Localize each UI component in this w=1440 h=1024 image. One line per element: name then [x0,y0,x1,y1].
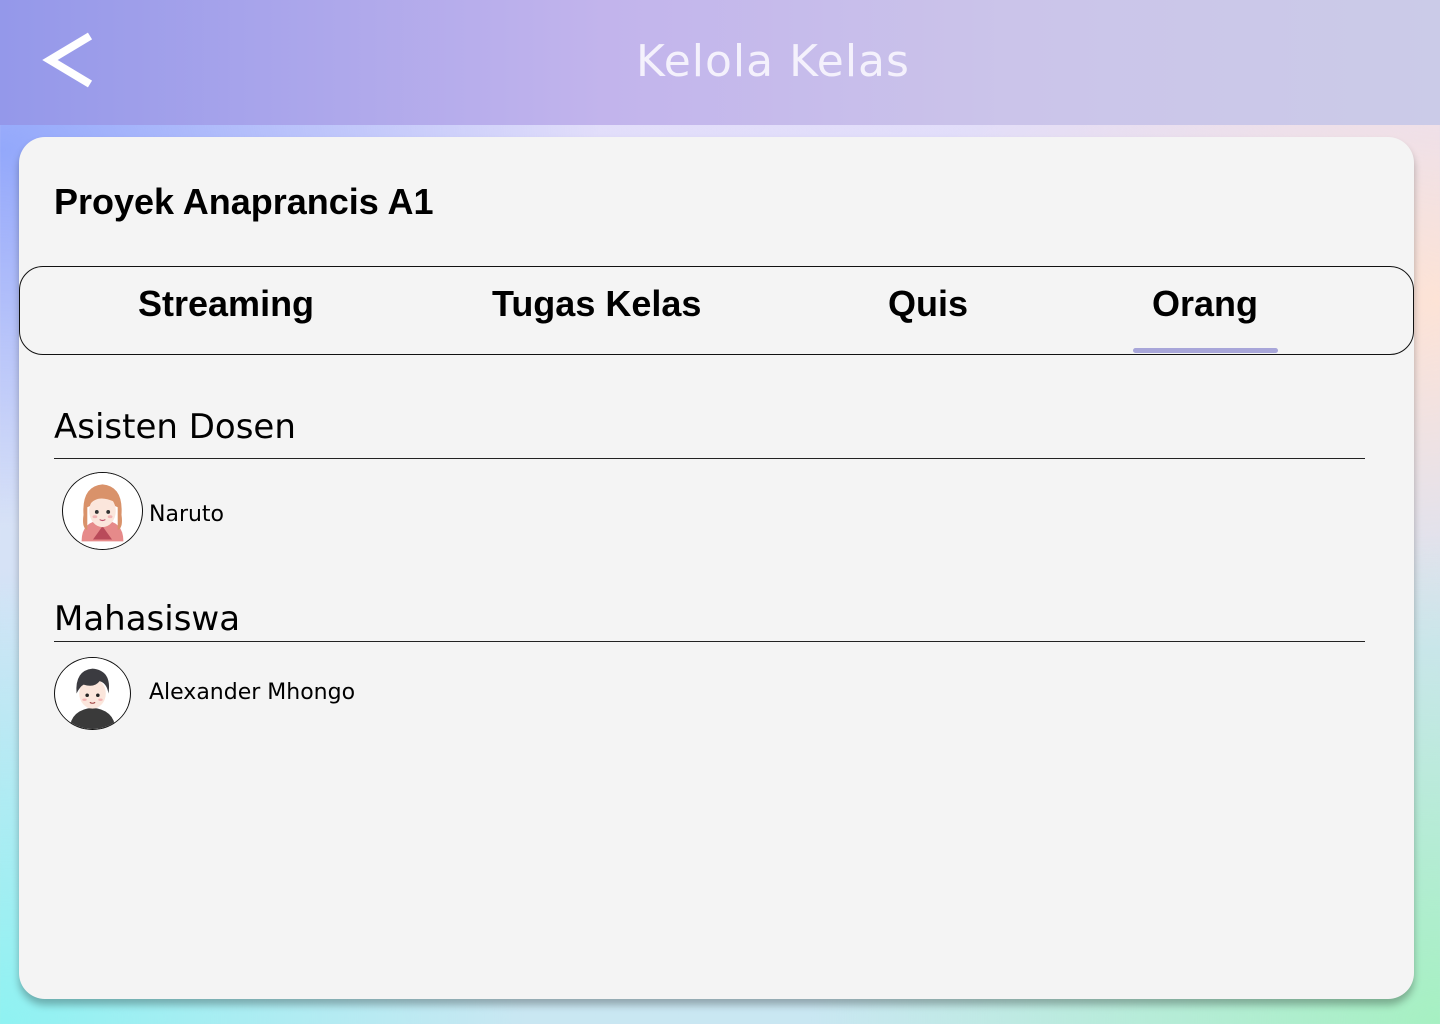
tab-tugas-kelas[interactable]: Tugas Kelas [492,283,701,325]
class-card: Proyek Anaprancis A1 Streaming Tugas Kel… [19,137,1414,999]
avatar [62,472,143,550]
section-heading-students: Mahasiswa [54,599,241,639]
active-tab-indicator [1133,348,1278,353]
section-heading-assistants: Asisten Dosen [54,407,296,447]
avatar [54,657,131,730]
person-name: Alexander Mhongo [149,680,356,705]
tab-orang[interactable]: Orang [1152,283,1258,325]
section-divider [54,458,1365,459]
page-title: Kelola Kelas [636,36,910,87]
tab-streaming[interactable]: Streaming [138,283,314,325]
app-header: Kelola Kelas [0,0,1440,125]
male-avatar-icon [57,658,128,729]
tab-bar: Streaming Tugas Kelas Quis Orang [19,266,1414,355]
section-divider [54,641,1365,642]
class-title: Proyek Anaprancis A1 [54,181,434,222]
female-avatar-icon [64,473,141,549]
tab-quis[interactable]: Quis [888,283,968,325]
person-name: Naruto [149,502,225,527]
